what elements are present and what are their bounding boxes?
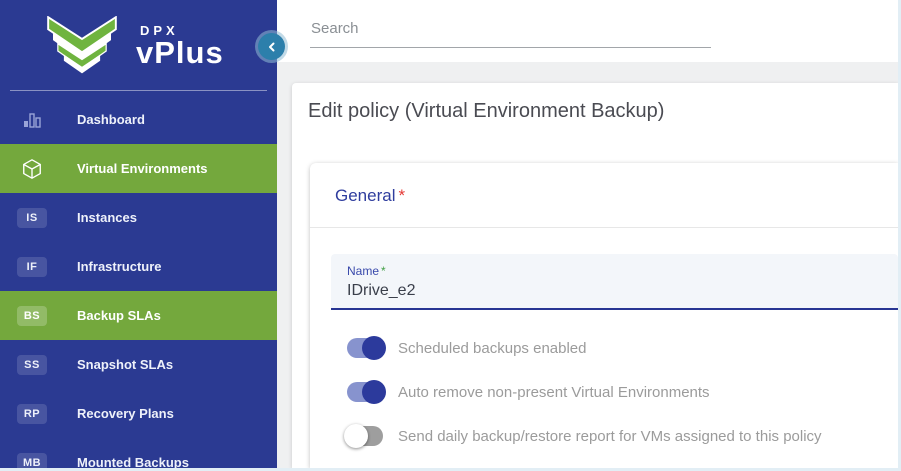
- toggle-scheduled-backups[interactable]: [347, 338, 383, 358]
- sidebar-item-label: Mounted Backups: [77, 455, 189, 470]
- required-marker: *: [398, 186, 405, 205]
- sidebar-item-backup-slas[interactable]: BS Backup SLAs: [0, 291, 277, 340]
- backup-slas-badge: BS: [17, 306, 47, 326]
- sidebar-collapse-button[interactable]: [258, 33, 285, 60]
- topbar: [277, 0, 898, 62]
- page-title: Edit policy (Virtual Environment Backup): [292, 83, 898, 123]
- toggle-auto-remove[interactable]: [347, 382, 383, 402]
- brand-vplus: vPlus: [136, 38, 224, 68]
- sidebar-item-label: Backup SLAs: [77, 308, 161, 323]
- toggle-label: Auto remove non-present Virtual Environm…: [398, 384, 710, 401]
- name-required-marker: *: [381, 264, 386, 278]
- panel-divider: [310, 227, 898, 228]
- sidebar-item-virtual-environments[interactable]: Virtual Environments: [0, 144, 277, 193]
- panel-title: General: [335, 186, 395, 205]
- bar-chart-icon: [17, 108, 47, 132]
- infrastructure-badge: IF: [17, 257, 47, 277]
- search-input[interactable]: [310, 20, 711, 48]
- toggle-daily-report[interactable]: [347, 426, 383, 446]
- main-area: Edit policy (Virtual Environment Backup)…: [277, 0, 898, 468]
- general-panel: General* Name* Scheduled backups enabled: [310, 163, 898, 468]
- toggle-label: Send daily backup/restore report for VMs…: [398, 428, 822, 445]
- sidebar-item-label: Snapshot SLAs: [77, 357, 173, 372]
- app-window: DPX vPlus Dashboard: [0, 0, 901, 471]
- sidebar-item-label: Dashboard: [77, 112, 145, 127]
- instances-badge: IS: [17, 208, 47, 228]
- sidebar: DPX vPlus Dashboard: [0, 0, 277, 468]
- toggle-label: Scheduled backups enabled: [398, 340, 586, 357]
- name-field: Name*: [331, 254, 898, 310]
- sidebar-item-snapshot-slas[interactable]: SS Snapshot SLAs: [0, 340, 277, 389]
- sidebar-item-label: Virtual Environments: [77, 161, 208, 176]
- sidebar-item-label: Instances: [77, 210, 137, 225]
- sidebar-item-infrastructure[interactable]: IF Infrastructure: [0, 242, 277, 291]
- vplus-chevrons-icon: [38, 16, 126, 74]
- sidebar-item-label: Recovery Plans: [77, 406, 174, 421]
- sidebar-item-label: Infrastructure: [77, 259, 162, 274]
- name-input[interactable]: [347, 282, 870, 300]
- toggle-knob: [362, 336, 386, 360]
- sidebar-item-recovery-plans[interactable]: RP Recovery Plans: [0, 389, 277, 438]
- page-card: Edit policy (Virtual Environment Backup)…: [292, 83, 898, 468]
- toggle-row-auto-remove: Auto remove non-present Virtual Environm…: [347, 380, 898, 404]
- toggle-knob: [344, 424, 368, 448]
- chevron-left-icon: [266, 41, 278, 53]
- panel-body: Name* Scheduled backups enabled Auto rem…: [310, 254, 898, 471]
- mounted-backups-badge: MB: [17, 453, 47, 471]
- toggle-row-daily-report: Send daily backup/restore report for VMs…: [347, 424, 898, 448]
- recovery-plans-badge: RP: [17, 404, 47, 424]
- toggle-knob: [362, 380, 386, 404]
- sidebar-menu: Dashboard Virtual Environments IS Instan…: [0, 91, 277, 471]
- name-field-label: Name: [347, 264, 379, 278]
- brand-text: DPX vPlus: [136, 23, 224, 68]
- sidebar-item-instances[interactable]: IS Instances: [0, 193, 277, 242]
- brand-logo: DPX vPlus: [0, 0, 277, 90]
- cube-icon: [17, 157, 47, 181]
- snapshot-slas-badge: SS: [17, 355, 47, 375]
- sidebar-item-mounted-backups[interactable]: MB Mounted Backups: [0, 438, 277, 471]
- general-panel-header[interactable]: General*: [310, 163, 898, 227]
- sidebar-item-dashboard[interactable]: Dashboard: [0, 95, 277, 144]
- toggle-row-scheduled-backups: Scheduled backups enabled: [347, 336, 898, 360]
